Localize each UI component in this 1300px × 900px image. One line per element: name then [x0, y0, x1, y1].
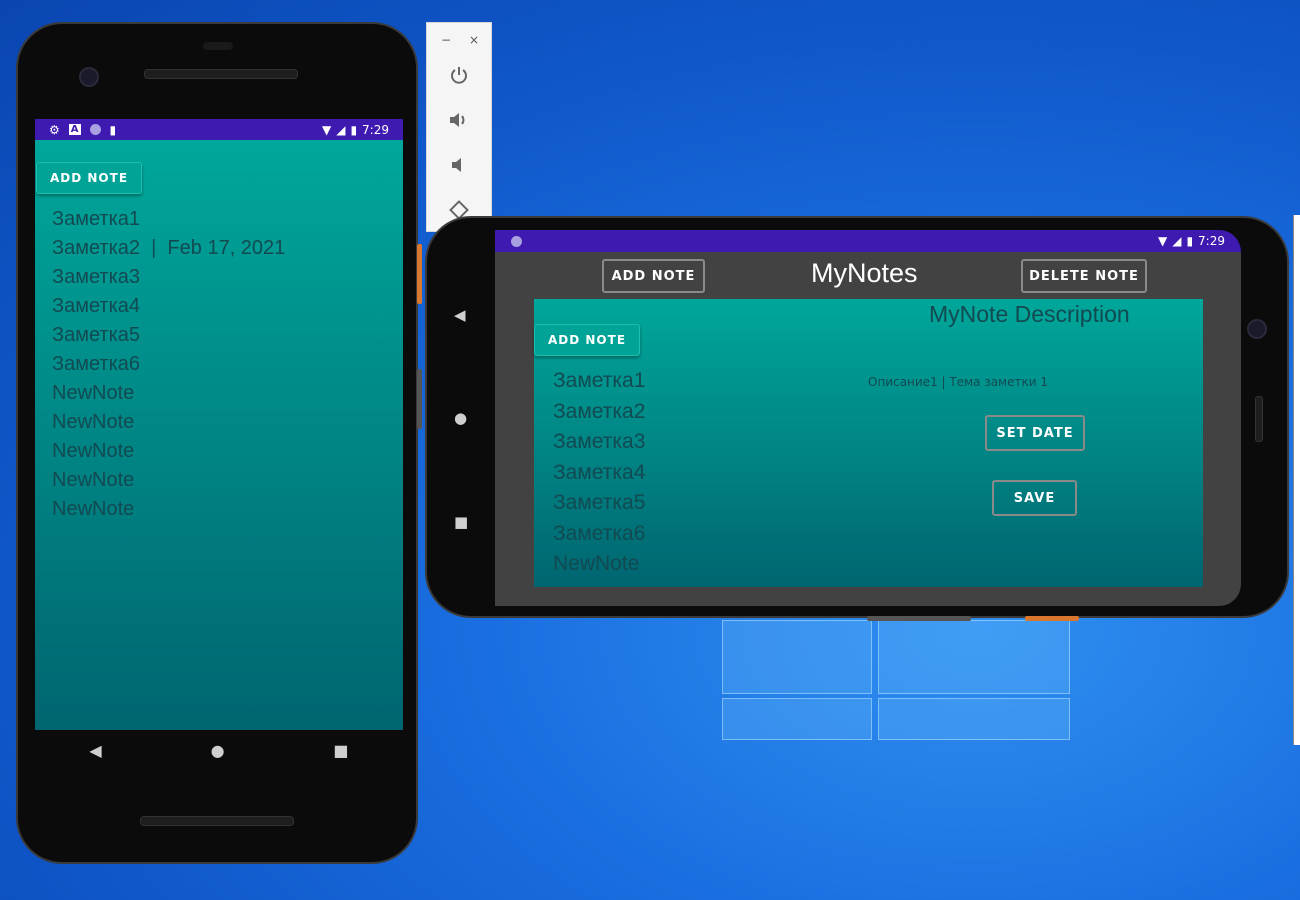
clock: 7:29	[1198, 234, 1225, 248]
back-icon[interactable]: ◀	[454, 306, 466, 324]
note-item[interactable]: Заметка5	[553, 488, 645, 519]
notes-app: ADD NOTE Заметка1 Заметка2 | Feb 17, 202…	[35, 140, 403, 730]
notes-fragment: ADD NOTE Заметка1 Заметка2 Заметка3 Заме…	[534, 299, 1203, 587]
note-item[interactable]: Заметка1	[52, 205, 285, 234]
note-item[interactable]: Заметка4	[52, 292, 285, 321]
note-list: Заметка1 Заметка2 Заметка3 Заметка4 Заме…	[553, 366, 645, 580]
landscape-screen: ▼ ◢ ▮ 7:29 ADD NOTE MyNotes DELETE NOTE …	[495, 230, 1241, 606]
a-icon: A	[68, 124, 81, 135]
status-bar: ▼ ◢ ▮ 7:29	[495, 230, 1241, 252]
volume-down-icon[interactable]	[447, 153, 471, 177]
note-item[interactable]: Заметка2	[553, 397, 645, 428]
recents-icon[interactable]: ■	[454, 513, 468, 531]
landscape-emulator: ◀ ● ■ ▼ ◢ ▮ 7:29 ADD NOTE MyNotes DELETE…	[425, 216, 1289, 621]
notes-app: ADD NOTE MyNotes DELETE NOTE ADD NOTE За…	[495, 252, 1241, 606]
top-speaker	[144, 69, 298, 79]
clock: 7:29	[362, 122, 389, 137]
minimize-button[interactable]: −	[441, 33, 451, 47]
note-item[interactable]: NewNote	[52, 437, 285, 466]
emulator-toolbar: − ×	[426, 22, 492, 232]
save-button[interactable]: SAVE	[992, 480, 1077, 516]
battery-icon: ▮	[350, 122, 358, 137]
description-text: Описание1 | Тема заметки 1	[868, 375, 1048, 389]
circle-icon	[89, 124, 101, 135]
wifi-icon: ▼	[1157, 234, 1168, 248]
side-button[interactable]	[417, 369, 422, 429]
side-button[interactable]	[867, 616, 971, 621]
speaker	[1255, 396, 1263, 442]
portrait-emulator: ⚙ A ▮ ▼ ◢ ▮ 7:29 ADD NOTE Заметка1 Замет…	[16, 22, 422, 864]
description-title: MyNote Description	[929, 301, 1130, 327]
note-item[interactable]: NewNote	[52, 495, 285, 524]
add-note-button[interactable]: ADD NOTE	[36, 162, 143, 194]
toolbar-add-note-button[interactable]: ADD NOTE	[602, 259, 705, 293]
settings-icon: ⚙	[49, 122, 60, 137]
note-list: Заметка1 Заметка2 | Feb 17, 2021 Заметка…	[52, 205, 285, 524]
status-bar: ⚙ A ▮ ▼ ◢ ▮ 7:29	[35, 119, 403, 140]
note-item[interactable]: Заметка4	[553, 458, 645, 489]
signal-icon: ◢	[1172, 234, 1182, 248]
front-camera	[79, 67, 99, 87]
close-button[interactable]: ×	[469, 33, 479, 47]
note-item[interactable]: Заметка1	[553, 366, 645, 397]
front-camera	[1247, 319, 1267, 339]
note-item[interactable]: Заметка5	[52, 321, 285, 350]
note-item[interactable]: NewNote	[553, 549, 645, 580]
app-title: MyNotes	[811, 258, 918, 288]
power-icon[interactable]	[447, 63, 471, 87]
wifi-icon: ▼	[321, 122, 332, 137]
add-note-button[interactable]: ADD NOTE	[534, 324, 641, 356]
bottom-speaker	[140, 816, 294, 826]
note-item[interactable]: Заметка3	[52, 263, 285, 292]
adjacent-window-edge	[1293, 215, 1300, 745]
set-date-button[interactable]: SET DATE	[985, 415, 1085, 451]
note-item[interactable]: NewNote	[52, 379, 285, 408]
recents-icon[interactable]: ■	[333, 741, 348, 760]
note-item[interactable]: Заметка3	[553, 427, 645, 458]
portrait-screen: ⚙ A ▮ ▼ ◢ ▮ 7:29 ADD NOTE Заметка1 Замет…	[35, 119, 403, 730]
note-item[interactable]: Заметка2 | Feb 17, 2021	[52, 234, 285, 263]
side-button[interactable]	[1025, 616, 1079, 621]
back-icon[interactable]: ◀	[89, 741, 101, 760]
battery-icon: ▮	[1186, 234, 1194, 248]
windows-logo	[722, 620, 1072, 740]
earpiece	[203, 42, 233, 50]
note-item[interactable]: Заметка6	[553, 519, 645, 550]
home-icon[interactable]: ●	[454, 409, 467, 427]
note-item[interactable]: Заметка6	[52, 350, 285, 379]
side-button[interactable]	[417, 244, 422, 304]
delete-note-button[interactable]: DELETE NOTE	[1021, 259, 1147, 293]
signal-icon: ◢	[336, 122, 346, 137]
note-item[interactable]: NewNote	[52, 408, 285, 437]
navigation-bar: ◀ ● ■	[35, 730, 403, 770]
volume-up-icon[interactable]	[447, 108, 471, 132]
note-item[interactable]: NewNote	[52, 466, 285, 495]
sd-card-icon: ▮	[109, 122, 117, 137]
circle-icon	[511, 235, 522, 247]
home-icon[interactable]: ●	[211, 741, 225, 760]
navigation-bar: ◀ ● ■	[427, 218, 495, 620]
